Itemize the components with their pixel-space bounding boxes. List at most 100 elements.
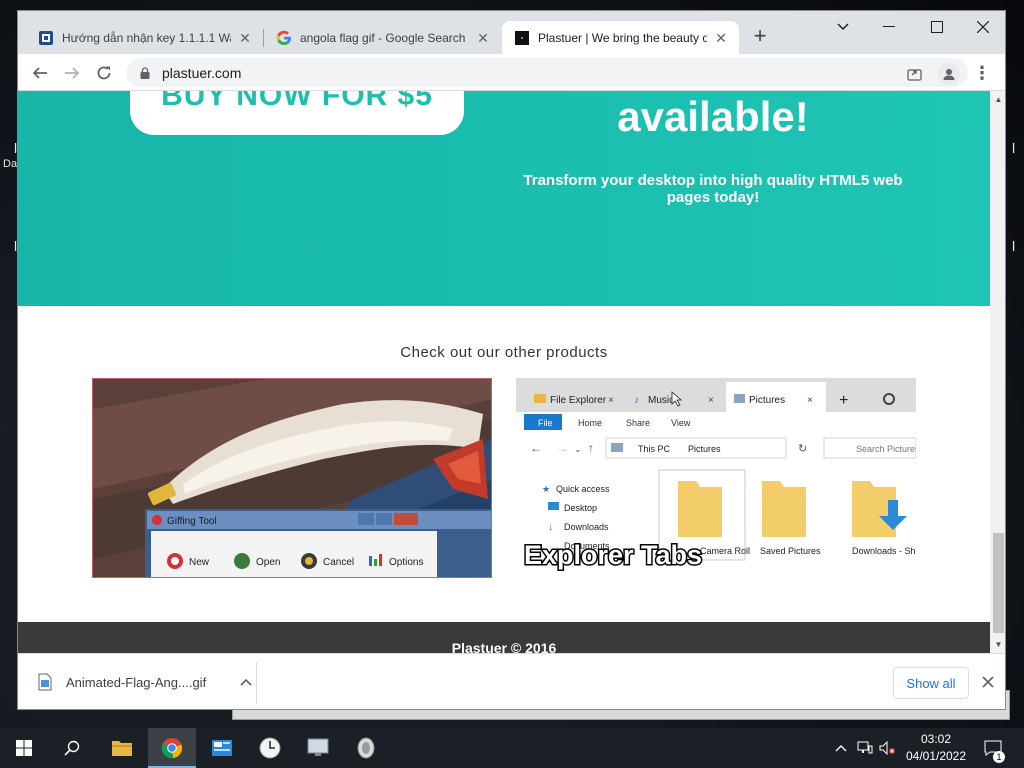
tab-strip: Hướng dẫn nhận key 1.1.1.1 Warp ✕ angola… (18, 11, 1005, 54)
desktop-icon-label[interactable]: l (1012, 140, 1015, 156)
footer-text: Plastuer © 2016 (451, 640, 557, 653)
image-file-icon (38, 673, 52, 691)
close-tab-icon[interactable]: ✕ (475, 30, 491, 46)
giffing-tool-title: Giffing Tool (167, 516, 217, 527)
tab-huong-dan[interactable]: Hướng dẫn nhận key 1.1.1.1 Warp ✕ (26, 21, 263, 54)
file-explorer-taskbar-button[interactable] (98, 728, 146, 768)
nav-quick-access: Quick access (556, 484, 610, 494)
svg-text:×: × (608, 395, 614, 406)
profile-avatar-icon[interactable] (938, 63, 960, 85)
media-app-taskbar-button[interactable] (342, 728, 390, 768)
show-hidden-icons-chevron-icon[interactable] (830, 728, 852, 768)
svg-text:←: ← (530, 441, 542, 455)
back-button[interactable] (26, 59, 54, 87)
scroll-down-arrow-icon[interactable]: ▼ (990, 636, 1005, 653)
folder-camera-roll: Camera Roll (700, 546, 750, 556)
minimize-button[interactable] (866, 15, 912, 39)
page-scrollbar[interactable]: ▲ ▼ (990, 91, 1005, 653)
close-download-shelf-icon[interactable] (978, 671, 998, 695)
cancel-button-label: Cancel (323, 557, 354, 568)
breadcrumb-this-pc: This PC (638, 444, 671, 454)
chrome-taskbar-button[interactable] (148, 728, 196, 768)
folder-saved-pictures: Saved Pictures (760, 546, 821, 556)
open-button-label: Open (256, 557, 280, 568)
speaker-app-icon (357, 737, 375, 759)
network-app-taskbar-button[interactable] (294, 728, 342, 768)
scroll-up-arrow-icon[interactable]: ▲ (990, 91, 1005, 108)
products-heading: Check out our other products (400, 344, 608, 361)
desktop-icon-label[interactable]: l (1012, 238, 1015, 254)
share-icon[interactable] (902, 62, 926, 84)
buy-now-button[interactable]: BUY NOW FOR $5 (130, 91, 464, 135)
giffing-tool-screenshot: Giffing Tool New Open Cancel Options (93, 379, 491, 577)
ribbon-share: Share (626, 418, 650, 428)
ribbon-file: File (538, 418, 553, 428)
clock-time: 03:02 (920, 732, 952, 746)
explorer-tab-music: Music (648, 395, 674, 406)
search-button[interactable] (48, 728, 96, 768)
download-file-name: Animated-Flag-Ang....gif (66, 674, 207, 690)
page-viewport: BUY NOW FOR $5 available! Transform your… (18, 91, 1005, 653)
download-shelf: Animated-Flag-Ang....gif Show all (18, 653, 1005, 709)
system-clock[interactable]: 03:02 04/01/2022 (896, 731, 976, 765)
new-tab-button[interactable]: + (748, 25, 772, 49)
volume-muted-icon[interactable] (876, 728, 898, 768)
browser-toolbar: plastuer.com ⋮ (18, 54, 1005, 91)
address-bar[interactable]: plastuer.com (126, 58, 968, 87)
download-separator (256, 662, 257, 704)
windows-taskbar: 03:02 04/01/2022 1 (0, 728, 1024, 768)
explorer-tab-file-explorer: File Explorer (550, 395, 607, 406)
svg-text:★: ★ (542, 484, 550, 494)
reload-button[interactable] (90, 59, 118, 87)
svg-text:↻: ↻ (798, 443, 807, 455)
chrome-menu-icon[interactable]: ⋮ (972, 62, 992, 86)
new-button-label: New (189, 557, 210, 568)
network-icon[interactable] (854, 728, 876, 768)
chevron-up-icon[interactable] (240, 675, 256, 689)
plastuer-favicon-icon (514, 30, 530, 46)
browser-window: Hướng dẫn nhận key 1.1.1.1 Warp ✕ angola… (17, 10, 1006, 710)
chrome-icon (161, 738, 183, 759)
page-favicon-icon (38, 30, 54, 46)
tab-google-search[interactable]: angola flag gif - Google Search ✕ (264, 21, 501, 54)
search-icon (64, 740, 80, 756)
lock-icon[interactable] (140, 66, 152, 80)
folder-icon (112, 741, 132, 756)
maximize-button[interactable] (914, 15, 960, 39)
tab-search-chevron-icon[interactable] (820, 15, 866, 39)
start-button[interactable] (0, 728, 48, 768)
hero-subtitle: Transform your desktop into high quality… (523, 172, 903, 206)
tab-title: angola flag gif - Google Search (300, 30, 466, 45)
close-window-button[interactable] (960, 15, 1005, 39)
windows-logo-icon (16, 740, 32, 756)
app-taskbar-button[interactable] (198, 728, 246, 768)
explorer-tab-pictures: Pictures (749, 395, 785, 406)
scrollbar-thumb[interactable] (993, 533, 1004, 633)
explorer-tabs-overlay-title: Explorer Tabs (524, 540, 702, 570)
close-tab-icon[interactable]: ✕ (713, 30, 729, 46)
svg-text:♪: ♪ (634, 395, 639, 406)
clock-icon (259, 737, 281, 759)
svg-text:+: + (839, 392, 848, 409)
control-panel-icon (212, 740, 232, 756)
svg-text:↑: ↑ (588, 441, 594, 455)
desktop-icon-label[interactable]: Da (3, 158, 17, 170)
svg-text:→: → (556, 441, 568, 455)
hero-section: BUY NOW FOR $5 available! Transform your… (18, 91, 990, 306)
svg-text:×: × (807, 395, 813, 406)
tab-plastuer[interactable]: Plastuer | We bring the beauty of ✕ (502, 21, 739, 54)
close-tab-icon[interactable]: ✕ (237, 30, 253, 46)
breadcrumb-pictures: Pictures (688, 444, 721, 454)
ribbon-home: Home (578, 418, 602, 428)
clock-app-taskbar-button[interactable] (246, 728, 294, 768)
action-center-icon[interactable]: 1 (980, 728, 1006, 768)
download-item[interactable]: Animated-Flag-Ang....gif (38, 668, 256, 696)
folder-downloads-shortcut: Downloads - Shortcut (852, 546, 916, 556)
page-footer: Plastuer © 2016 (18, 622, 990, 653)
search-pictures-field: Search Pictures (856, 444, 916, 454)
show-all-button[interactable]: Show all (893, 667, 969, 699)
product-card-giffing-tool[interactable]: Giffing Tool New Open Cancel Options (92, 378, 492, 578)
svg-text:×: × (708, 395, 714, 406)
product-card-explorer-tabs[interactable]: File Explorer × ♪ Music × Pictures × + F… (516, 378, 916, 578)
forward-button[interactable] (58, 59, 86, 87)
